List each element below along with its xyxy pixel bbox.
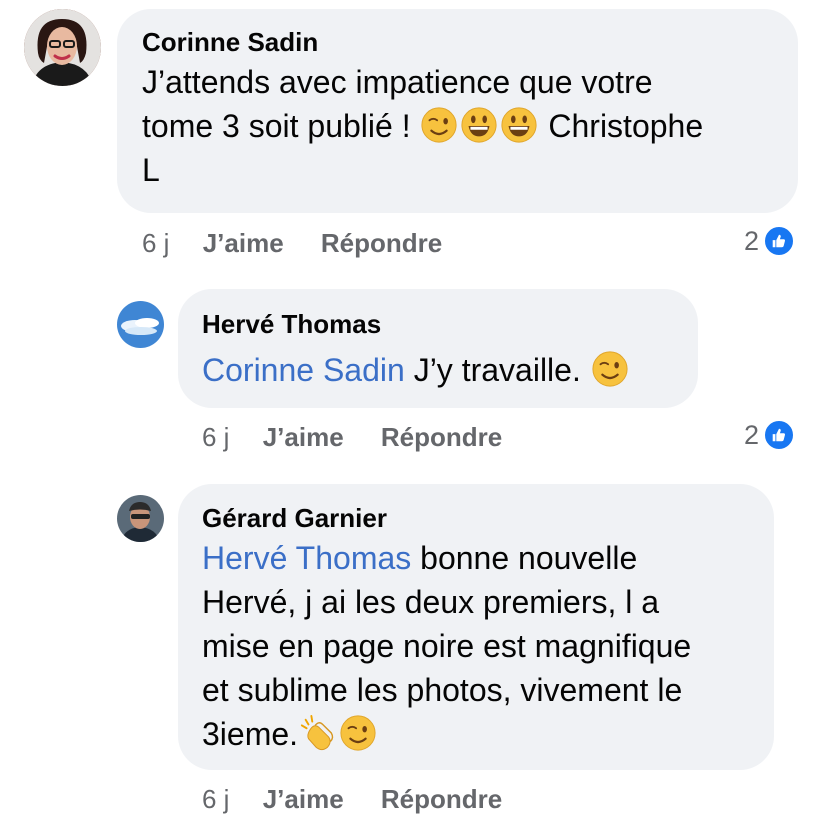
- comment-gerard-garnier: Gérard Garnier Hervé Thomas bonne nouvel…: [0, 0, 828, 823]
- mention-link[interactable]: Hervé Thomas: [202, 540, 411, 576]
- comment-text: Hervé Thomas bonne nouvelle Hervé, j ai …: [202, 536, 767, 756]
- comment-time[interactable]: 6 j: [202, 784, 229, 814]
- avatar-gerard-garnier[interactable]: [117, 495, 164, 542]
- portrait-image: [117, 495, 164, 542]
- comment-line-text: bonne nouvelle: [420, 540, 638, 576]
- clapping-hands-emoji: [299, 714, 337, 752]
- comment-line: Hervé, j ai les deux premiers, l a: [202, 584, 660, 620]
- comment-line-text: 3ieme.: [202, 716, 299, 752]
- comment-meta: 6 j J’aime Répondre: [202, 784, 502, 815]
- comment-line: mise en page noire est magnifique: [202, 628, 692, 664]
- like-button[interactable]: J’aime: [263, 784, 344, 814]
- comment-line: et sublime les photos, vivement le: [202, 672, 683, 708]
- comment-author[interactable]: Gérard Garnier: [202, 503, 387, 534]
- reply-button[interactable]: Répondre: [381, 784, 502, 814]
- comment-line: 3ieme.: [202, 712, 767, 756]
- wink-emoji: [339, 714, 377, 752]
- comment-line: Hervé Thomas bonne nouvelle: [202, 536, 767, 580]
